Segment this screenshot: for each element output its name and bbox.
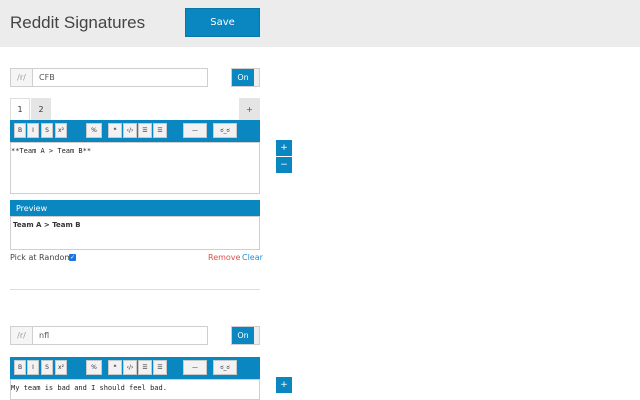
code-icon[interactable]: ‹/›: [123, 123, 137, 138]
preview-header: Preview: [10, 200, 260, 216]
bullet-list-icon[interactable]: ☰: [138, 123, 152, 138]
horizontal-rule-icon[interactable]: —: [183, 360, 207, 375]
toggle-on-label: On: [232, 69, 254, 86]
add-signature-button[interactable]: +: [276, 377, 292, 393]
add-signature-button[interactable]: +: [276, 140, 292, 156]
add-tab-button[interactable]: +: [239, 98, 260, 120]
disapproval-face-icon[interactable]: ಠ_ಠ: [213, 123, 237, 138]
subreddit-input[interactable]: CFB: [32, 68, 208, 87]
preview-content: Team A > Team B: [10, 216, 260, 250]
app-title: Reddit Signatures: [10, 13, 146, 32]
signature-editor[interactable]: **Team A > Team B**: [10, 142, 260, 194]
subreddit-prefix: /r/: [10, 326, 33, 345]
save-button[interactable]: Save: [185, 8, 260, 37]
toggle-on-label: On: [232, 327, 254, 344]
enable-toggle[interactable]: On: [231, 326, 260, 345]
code-icon[interactable]: ‹/›: [123, 360, 137, 375]
link-icon[interactable]: %: [86, 123, 102, 138]
bullet-list-icon[interactable]: ☰: [138, 360, 152, 375]
superscript-icon[interactable]: x²: [55, 123, 67, 138]
signature-tabs: 1 2 +: [10, 98, 260, 120]
strikethrough-icon[interactable]: S: [41, 360, 53, 375]
superscript-icon[interactable]: x²: [55, 360, 67, 375]
subreddit-row-1: /r/ CFB: [10, 68, 208, 87]
numbered-list-icon[interactable]: ☰: [153, 123, 167, 138]
format-toolbar: B I Sx²% ❝ ‹/› ☰ ☰ — ಠ_ಠ: [10, 357, 260, 379]
italic-icon[interactable]: I: [27, 360, 39, 375]
disapproval-face-icon[interactable]: ಠ_ಠ: [213, 360, 237, 375]
quote-icon[interactable]: ❝: [108, 123, 122, 138]
quote-icon[interactable]: ❝: [108, 360, 122, 375]
strikethrough-icon[interactable]: S: [41, 123, 53, 138]
pick-random-label: Pick at Random: [10, 253, 73, 262]
horizontal-rule-icon[interactable]: —: [183, 123, 207, 138]
clear-link[interactable]: Clear: [242, 253, 263, 262]
header-bar: Reddit Signatures Save: [0, 0, 640, 47]
signature-editor[interactable]: My team is bad and I should feel bad.: [10, 379, 260, 400]
bold-icon[interactable]: B: [14, 123, 26, 138]
format-toolbar: B I Sx²% ❝ ‹/› ☰ ☰ — ಠ_ಠ: [10, 120, 260, 142]
subreddit-input[interactable]: nfl: [32, 326, 208, 345]
section-divider: [10, 289, 260, 290]
remove-signature-button[interactable]: −: [276, 157, 292, 173]
subreddit-prefix: /r/: [10, 68, 33, 87]
enable-toggle[interactable]: On: [231, 68, 260, 87]
pick-random-checkbox[interactable]: ✓: [69, 254, 76, 261]
numbered-list-icon[interactable]: ☰: [153, 360, 167, 375]
italic-icon[interactable]: I: [27, 123, 39, 138]
pick-random-row: Pick at Random ✓ Remove Clear: [10, 253, 263, 265]
tab-1[interactable]: 1: [10, 98, 30, 120]
bold-icon[interactable]: B: [14, 360, 26, 375]
remove-link[interactable]: Remove: [208, 253, 240, 262]
tab-2[interactable]: 2: [31, 98, 51, 120]
subreddit-row-2: /r/ nfl: [10, 326, 208, 345]
link-icon[interactable]: %: [86, 360, 102, 375]
